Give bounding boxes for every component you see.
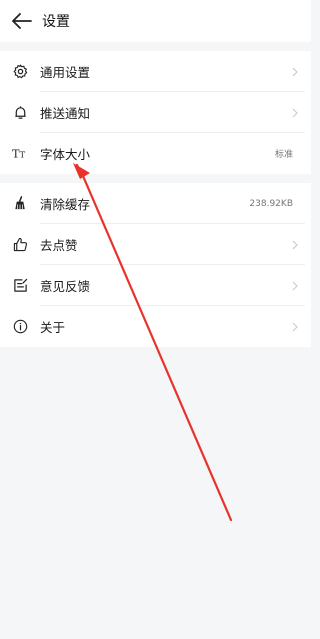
top-bar: 设置 [0,0,311,42]
bell-icon [12,105,28,121]
back-button[interactable] [7,6,37,36]
cache-size-value: 238.92KB [249,198,293,209]
rate-app-item[interactable]: 去点赞 [0,224,311,265]
thumbs-up-icon [12,237,28,253]
chevron-right-icon [292,281,298,290]
chevron-right-icon [292,322,298,331]
feedback-label: 意见反馈 [40,279,91,294]
about-item[interactable]: 关于 [0,306,311,347]
clear-cache-label: 清除缓存 [40,197,91,212]
push-notifications-label: 推送通知 [40,106,91,121]
gear-icon [12,64,28,80]
font-size-icon: T T [12,146,28,162]
chevron-right-icon [292,240,298,249]
rate-app-label: 去点赞 [40,238,78,253]
chevron-right-icon [292,67,298,76]
font-size-label: 字体大小 [40,147,91,162]
general-settings-label: 通用设置 [40,65,91,80]
broom-icon [12,196,28,212]
back-arrow-icon [12,13,32,29]
push-notifications-item[interactable]: 推送通知 [0,92,311,133]
chevron-right-icon [292,108,298,117]
general-settings-item[interactable]: 通用设置 [0,51,311,92]
font-size-value: 标准 [274,150,293,160]
info-icon [12,319,28,335]
settings-group-general: 通用设置 推送通知 T T 字体大小 标准 [0,51,311,174]
about-label: 关于 [40,320,66,335]
feedback-item[interactable]: 意见反馈 [0,265,311,306]
feedback-icon [12,278,28,294]
page-title: 设置 [42,14,70,30]
settings-group-other: 清除缓存 238.92KB 去点赞 意见反馈 关于 [0,183,311,347]
clear-cache-item[interactable]: 清除缓存 238.92KB [0,183,311,224]
font-size-item[interactable]: T T 字体大小 标准 [0,133,311,174]
svg-text:T: T [20,150,26,160]
